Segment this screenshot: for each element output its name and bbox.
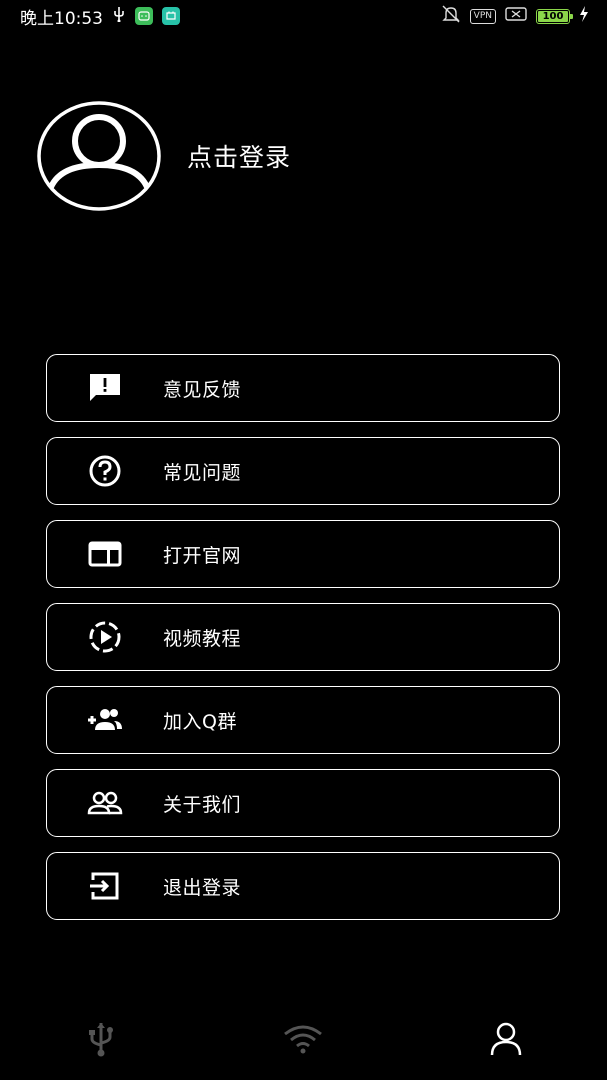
mute-icon bbox=[441, 5, 461, 28]
status-bar-right: VPN 100 bbox=[441, 5, 589, 28]
menu-item-label: 关于我们 bbox=[163, 793, 242, 816]
play-circle-icon bbox=[47, 604, 163, 670]
bottom-nav bbox=[0, 998, 607, 1080]
battery-level: 100 bbox=[542, 10, 564, 22]
web-window-icon bbox=[47, 521, 163, 587]
menu-item-video-tutorial[interactable]: 视频教程 bbox=[46, 603, 560, 671]
usb-icon bbox=[89, 1023, 114, 1057]
menu-item-label: 视频教程 bbox=[163, 627, 242, 650]
login-label: 点击登录 bbox=[187, 143, 292, 172]
group-add-icon bbox=[47, 687, 163, 753]
wifi-icon bbox=[284, 1025, 323, 1054]
menu-item-label: 打开官网 bbox=[163, 544, 242, 567]
menu-item-label: 常见问题 bbox=[163, 461, 242, 484]
menu-item-about-us[interactable]: 关于我们 bbox=[46, 769, 560, 837]
menu-item-faq[interactable]: 常见问题 bbox=[46, 437, 560, 505]
menu-item-label: 退出登录 bbox=[163, 876, 242, 899]
battery-icon: 100 bbox=[536, 8, 573, 24]
menu-item-logout[interactable]: 退出登录 bbox=[46, 852, 560, 920]
login-profile-button[interactable]: 点击登录 bbox=[37, 101, 291, 211]
nav-tab-wifi[interactable] bbox=[243, 1004, 363, 1074]
sim-off-icon bbox=[505, 6, 527, 27]
vpn-icon: VPN bbox=[469, 8, 496, 24]
user-avatar-icon bbox=[37, 101, 161, 211]
person-icon bbox=[490, 1022, 522, 1056]
usb-icon bbox=[112, 6, 126, 27]
charging-icon bbox=[579, 5, 589, 27]
menu-item-label: 意见反馈 bbox=[163, 378, 242, 401]
menu-item-feedback[interactable]: 意见反馈 bbox=[46, 354, 560, 422]
menu-list: 意见反馈 常见问题 打开官网 视频教程 加入Q群 关于我们 退出登录 bbox=[46, 354, 560, 920]
menu-item-join-group[interactable]: 加入Q群 bbox=[46, 686, 560, 754]
feedback-icon bbox=[47, 355, 163, 421]
nav-tab-profile[interactable] bbox=[446, 1004, 566, 1074]
exit-icon bbox=[47, 853, 163, 919]
screen: 晚上10:53 VPN 100 点击登录 意见反馈 常见问题 打开官网 视频教程… bbox=[0, 0, 607, 1080]
menu-item-label: 加入Q群 bbox=[163, 710, 237, 733]
nav-tab-usb[interactable] bbox=[41, 1004, 161, 1074]
app-notification-icon bbox=[162, 7, 180, 25]
people-icon bbox=[47, 770, 163, 836]
status-time: 晚上10:53 bbox=[20, 8, 103, 29]
status-bar-left: 晚上10:53 bbox=[20, 4, 180, 29]
menu-item-website[interactable]: 打开官网 bbox=[46, 520, 560, 588]
status-bar: 晚上10:53 VPN 100 bbox=[0, 0, 607, 32]
help-circle-icon bbox=[47, 438, 163, 504]
app-notification-icon bbox=[135, 7, 153, 25]
